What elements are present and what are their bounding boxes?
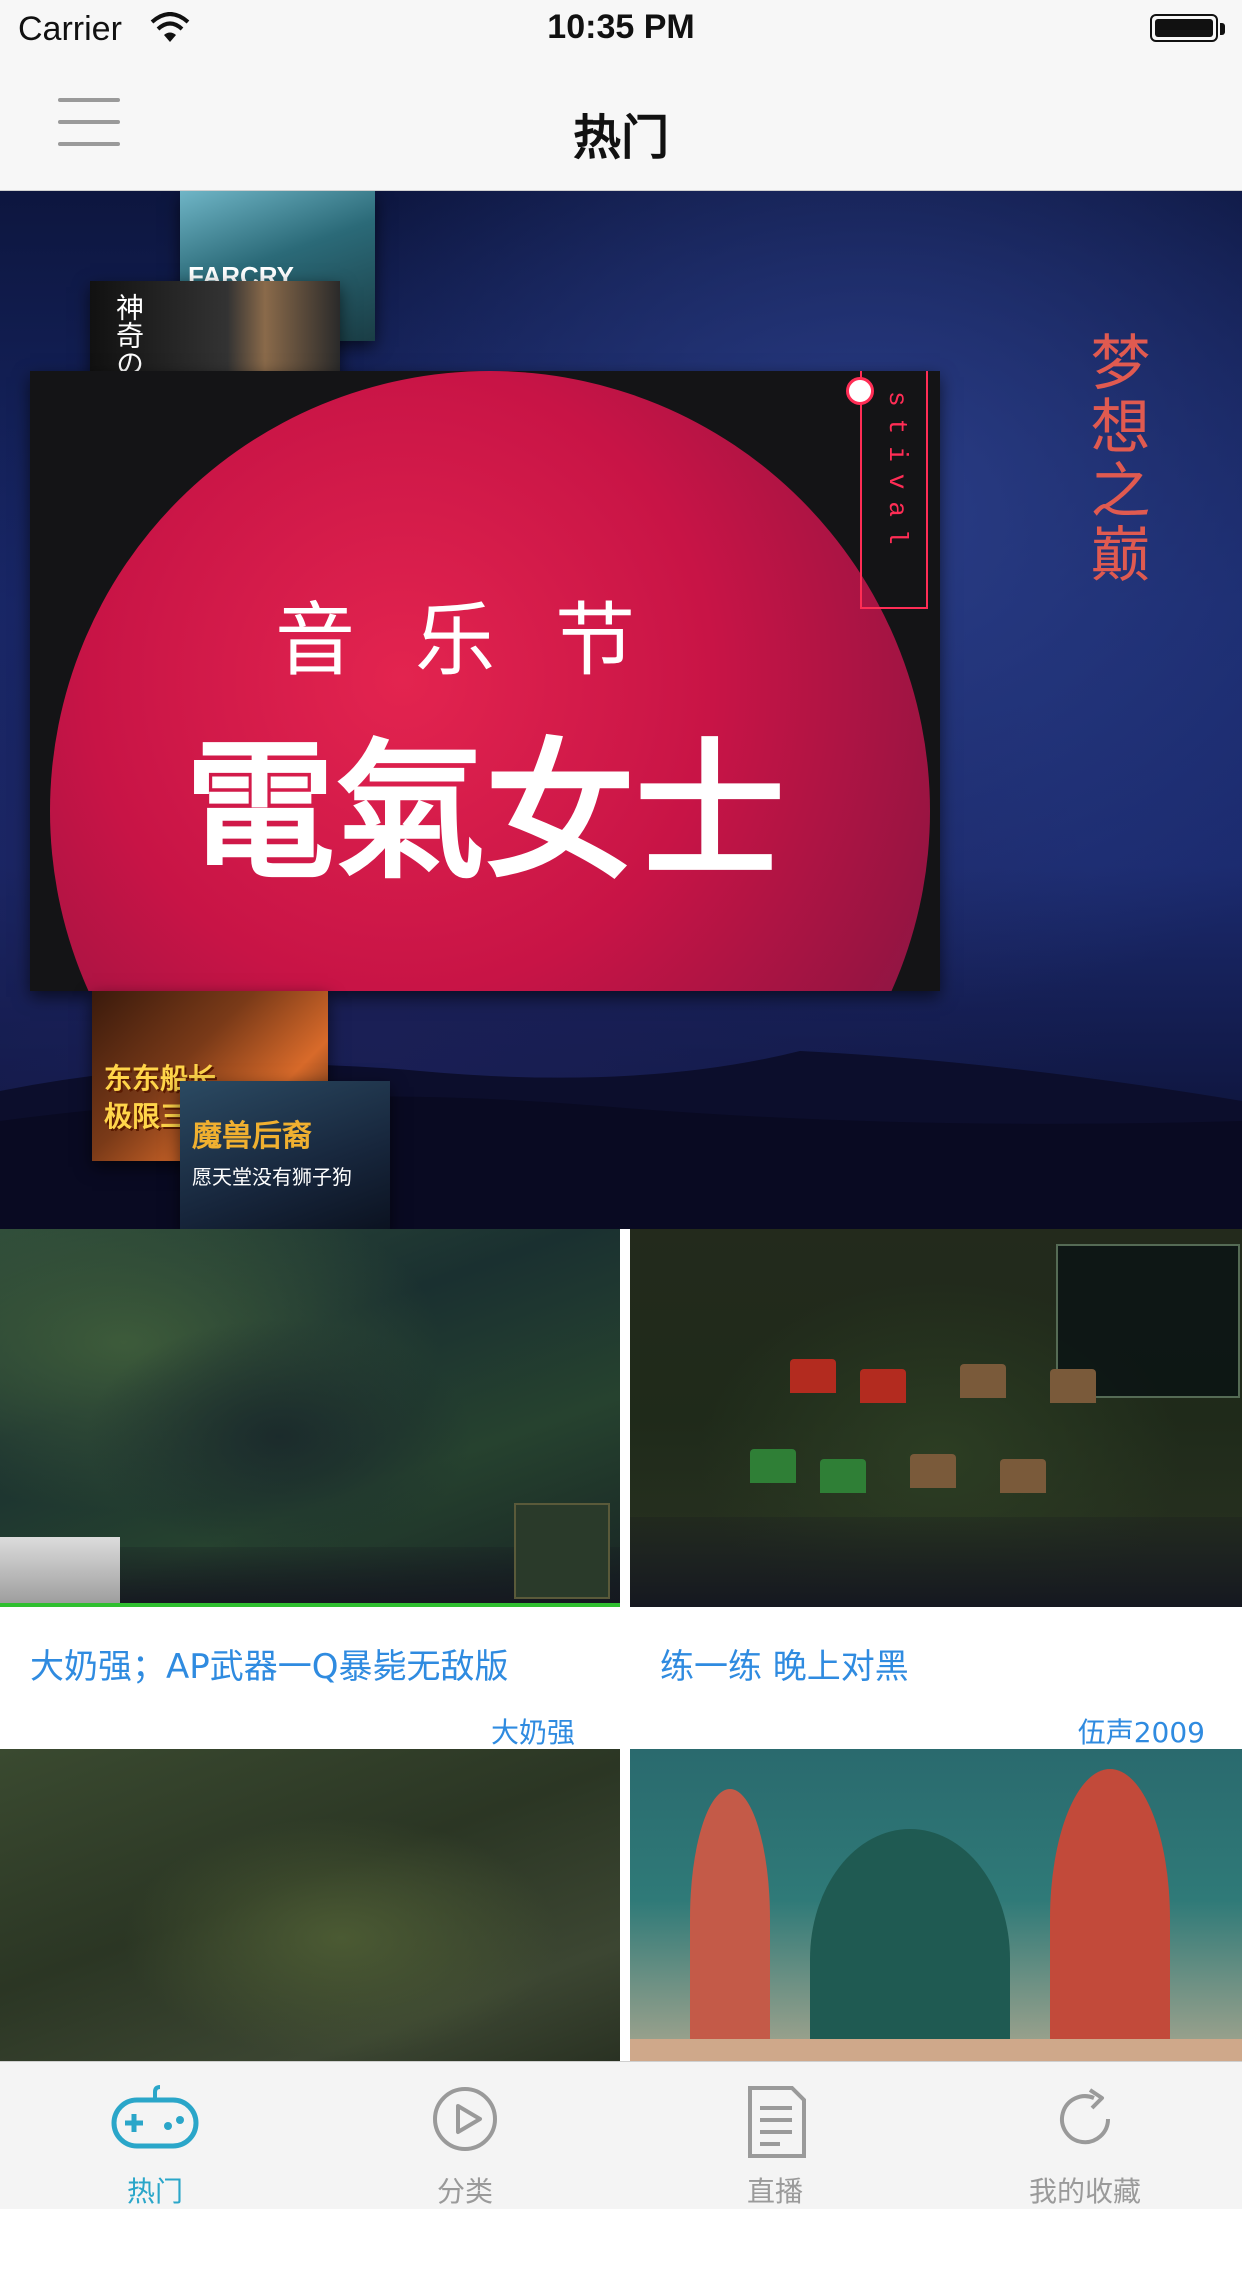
tab-favorites[interactable]: 我的收藏 (930, 2062, 1240, 2209)
slide-label: 神奇の (112, 293, 145, 377)
play-circle-icon (433, 2087, 497, 2151)
status-time: 10:35 PM (547, 8, 695, 46)
video-title: 练一练 晚上对黑 (660, 1647, 909, 1687)
hero-side-text: 梦想之巅 (1080, 331, 1150, 587)
tab-label: 热门 (126, 2175, 183, 2208)
navigation-bar: 热门 (0, 60, 1242, 191)
music-dot-icon (846, 377, 874, 405)
video-author: 伍声2009 (1077, 1716, 1205, 1749)
video-thumbnail (630, 1229, 1242, 1607)
page-title: 热门 (572, 110, 669, 166)
streamer-cam (0, 1537, 120, 1607)
hero-slide-warcraft[interactable]: 魔兽后裔 愿天堂没有狮子狗 (180, 1081, 390, 1229)
music-subtitle: 音乐节 (275, 594, 695, 687)
gamepad-icon (111, 2085, 199, 2149)
video-author: 大奶强 (490, 1716, 575, 1749)
minimap (514, 1503, 610, 1599)
battery-icon (1150, 14, 1226, 44)
music-tag-frame: stival (860, 371, 928, 609)
video-title: 大奶强；AP武器一Q暴毙无敌版 (30, 1647, 509, 1687)
tab-hot[interactable]: 热门 (0, 2062, 310, 2209)
slide-label: 愿天堂没有狮子狗 (192, 1165, 352, 1189)
video-card[interactable]: 大奶强；AP武器一Q暴毙无敌版 大奶强 (0, 1229, 620, 1749)
tab-label: 我的收藏 (1028, 2175, 1141, 2208)
tab-live[interactable]: 直播 (620, 2062, 930, 2209)
document-icon (748, 2086, 806, 2158)
status-bar: Carrier 10:35 PM (0, 0, 1242, 60)
music-tag: stival (882, 391, 912, 557)
tab-label: 分类 (436, 2175, 493, 2208)
hero-slide-music-festival[interactable]: stival 音乐节 電氣女士 (30, 371, 940, 991)
video-thumbnail (0, 1229, 620, 1607)
video-grid: 大奶强；AP武器一Q暴毙无敌版 大奶强 练一练 晚上对黑 伍声2009 (0, 1229, 1242, 2127)
video-card[interactable]: 练一练 晚上对黑 伍声2009 (630, 1229, 1242, 1749)
tab-bar: 热门 分类 直播 我的收藏 (0, 2061, 1242, 2209)
tab-label: 直播 (746, 2175, 803, 2208)
slide-label: 魔兽后裔 (192, 1119, 312, 1154)
hero-banner[interactable]: 梦想之巅 FARCRY 神奇の stival 音乐节 電氣女士 东东船长 极限三… (0, 191, 1242, 1229)
refresh-icon (1060, 2088, 1111, 2145)
music-title: 電氣女士 (184, 726, 785, 900)
tab-category[interactable]: 分类 (310, 2062, 620, 2209)
